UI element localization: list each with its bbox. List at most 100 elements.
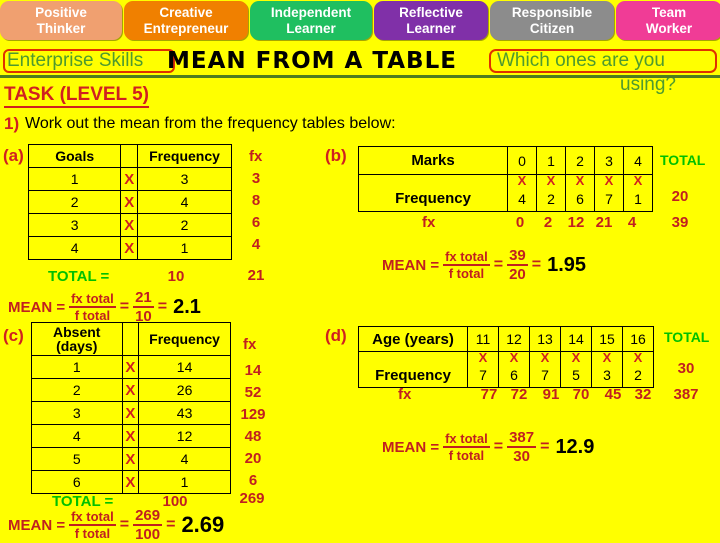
times-icon: X xyxy=(122,470,140,494)
table-d-age: 14 xyxy=(560,326,592,352)
table-b-mark: 0 xyxy=(507,146,537,175)
table-d-row-label-age: Age (years) xyxy=(358,326,468,352)
table-row: Frequency 7 6 7 5 3 2 xyxy=(358,363,654,388)
table-b-mean-result: 1.95 xyxy=(547,253,587,276)
table-b-fx-value: 2 xyxy=(543,214,553,231)
equals-sign: = xyxy=(119,298,130,316)
table-a-times-header xyxy=(120,144,139,168)
times-icon: X xyxy=(120,236,139,260)
table-d-frequency: 7 xyxy=(467,363,499,388)
skill-tab-reflective-learner[interactable]: Reflective Learner xyxy=(374,1,488,40)
times-icon: X xyxy=(467,351,499,364)
times-icon: X xyxy=(623,174,653,187)
skill-tab-independent-learner[interactable]: Independent Learner xyxy=(250,1,372,40)
table-c-fx-value: 129 xyxy=(240,406,266,423)
table-d-fx-value: 45 xyxy=(604,386,622,403)
fx-total-label: fx total xyxy=(71,509,114,525)
fx-total-label: fx total xyxy=(71,291,114,307)
skill-tab-line1: Creative xyxy=(159,4,213,20)
skill-tab-creative-entrepreneur[interactable]: Creative Entrepreneur xyxy=(124,1,248,40)
table-d-frequency: 7 xyxy=(529,363,561,388)
times-icon: X xyxy=(507,174,537,187)
mean-label: MEAN = xyxy=(8,298,66,316)
mean-fraction-symbolic: fx total f total xyxy=(69,292,116,323)
table-c-value: 2 xyxy=(31,378,123,402)
mean-fraction-symbolic: fx total f total xyxy=(443,432,490,463)
fx-total-label: fx total xyxy=(445,431,488,447)
table-c-header-line2: (days) xyxy=(56,338,98,354)
f-total-label: f total xyxy=(448,448,485,464)
table-row: Frequency 4 2 6 7 1 xyxy=(358,186,653,212)
table-d-row-label-frequency: Frequency xyxy=(358,363,468,388)
table-c-fx-value: 6 xyxy=(248,472,258,489)
skill-tab-line2: Learner xyxy=(406,20,456,36)
equals-sign: = xyxy=(493,438,504,456)
part-label-d: (d) xyxy=(325,326,347,345)
table-b-row-label-marks: Marks xyxy=(358,146,508,175)
table-d-fx-label: fx xyxy=(398,386,412,403)
mean-numerator: 21 xyxy=(135,289,152,306)
times-icon: X xyxy=(120,190,139,214)
mean-denominator: 100 xyxy=(135,526,161,543)
table-b-row-label-frequency: Frequency xyxy=(358,186,508,212)
skill-tab-line2: Thinker xyxy=(36,20,86,36)
table-a-frequency: 4 xyxy=(137,190,232,214)
times-icon: X xyxy=(122,447,140,471)
equals-sign: = xyxy=(540,438,550,456)
skill-tab-line1: Team xyxy=(651,4,687,20)
f-total-label: f total xyxy=(74,526,111,542)
page-title: MEAN FROM A TABLE xyxy=(167,48,457,78)
table-d-age: 13 xyxy=(529,326,561,352)
times-icon: X xyxy=(498,351,530,364)
table-row: 2 X 26 xyxy=(31,378,231,402)
table-d-frequency: 5 xyxy=(560,363,592,388)
table-row-header: Absent (days) Frequency xyxy=(31,322,231,356)
table-c-fx-value: 14 xyxy=(244,362,262,379)
table-a-header-goals: Goals xyxy=(27,144,122,168)
table-c-frequency: 4 xyxy=(138,447,231,471)
table-row: 1 X 3 xyxy=(27,167,232,191)
table-b-frequency: 2 xyxy=(536,186,566,212)
table-d-frequency: 6 xyxy=(498,363,530,388)
question-text: Work out the mean from the frequency tab… xyxy=(25,115,396,132)
table-c-fx-value: 48 xyxy=(244,428,262,445)
times-icon: X xyxy=(122,355,140,379)
equals-sign: = xyxy=(493,256,504,274)
part-label-a: (a) xyxy=(3,146,24,165)
table-a-header-frequency: Frequency xyxy=(137,144,232,168)
skill-tab-line2: Entrepreneur xyxy=(143,20,229,36)
table-c-fx-value: 52 xyxy=(244,384,262,401)
table-d-age: 11 xyxy=(467,326,499,352)
table-c-mean-formula: MEAN = fx total f total = 269 100 = 2.69 xyxy=(8,508,224,543)
table-b-fx-value: 0 xyxy=(515,214,525,231)
table-d-fx-value: 72 xyxy=(510,386,528,403)
table-row: 6 X 1 xyxy=(31,470,231,494)
mean-denominator: 20 xyxy=(509,266,526,284)
task-heading: TASK (LEVEL 5) xyxy=(4,84,149,108)
table-d-fx-total: 387 xyxy=(673,386,699,403)
header-divider xyxy=(0,75,720,78)
skills-tab-bar: Positive Thinker Creative Entrepreneur I… xyxy=(0,0,720,40)
skill-tab-line2: Learner xyxy=(286,20,336,36)
mean-fraction-numeric: 21 10 xyxy=(133,290,154,325)
table-c-header-absent: Absent (days) xyxy=(31,322,123,356)
table-b-frequency-total: 20 xyxy=(671,188,689,205)
table-d-frequency: 3 xyxy=(591,363,623,388)
skill-tab-team-worker[interactable]: Team Worker xyxy=(616,1,720,40)
table-d-total-header: TOTAL xyxy=(664,329,710,345)
f-total-label: f total xyxy=(74,308,111,324)
table-a-value: 3 xyxy=(27,213,122,237)
table-row: 1 X 14 xyxy=(31,355,231,379)
table-c-frequency: 14 xyxy=(138,355,231,379)
table-row-times: X X X X X X xyxy=(358,351,654,364)
skill-tab-line1: Independent xyxy=(270,4,352,20)
equals-sign: = xyxy=(531,256,542,274)
skill-tab-responsible-citizen[interactable]: Responsible Citizen xyxy=(490,1,614,40)
mean-numerator: 269 xyxy=(135,507,161,524)
table-a-value: 4 xyxy=(27,236,122,260)
equals-sign: = xyxy=(119,516,130,534)
skill-tab-positive-thinker[interactable]: Positive Thinker xyxy=(0,1,122,40)
times-icon: X xyxy=(120,167,139,191)
f-total-label: f total xyxy=(448,266,485,282)
table-c-frequency: 43 xyxy=(138,401,231,425)
